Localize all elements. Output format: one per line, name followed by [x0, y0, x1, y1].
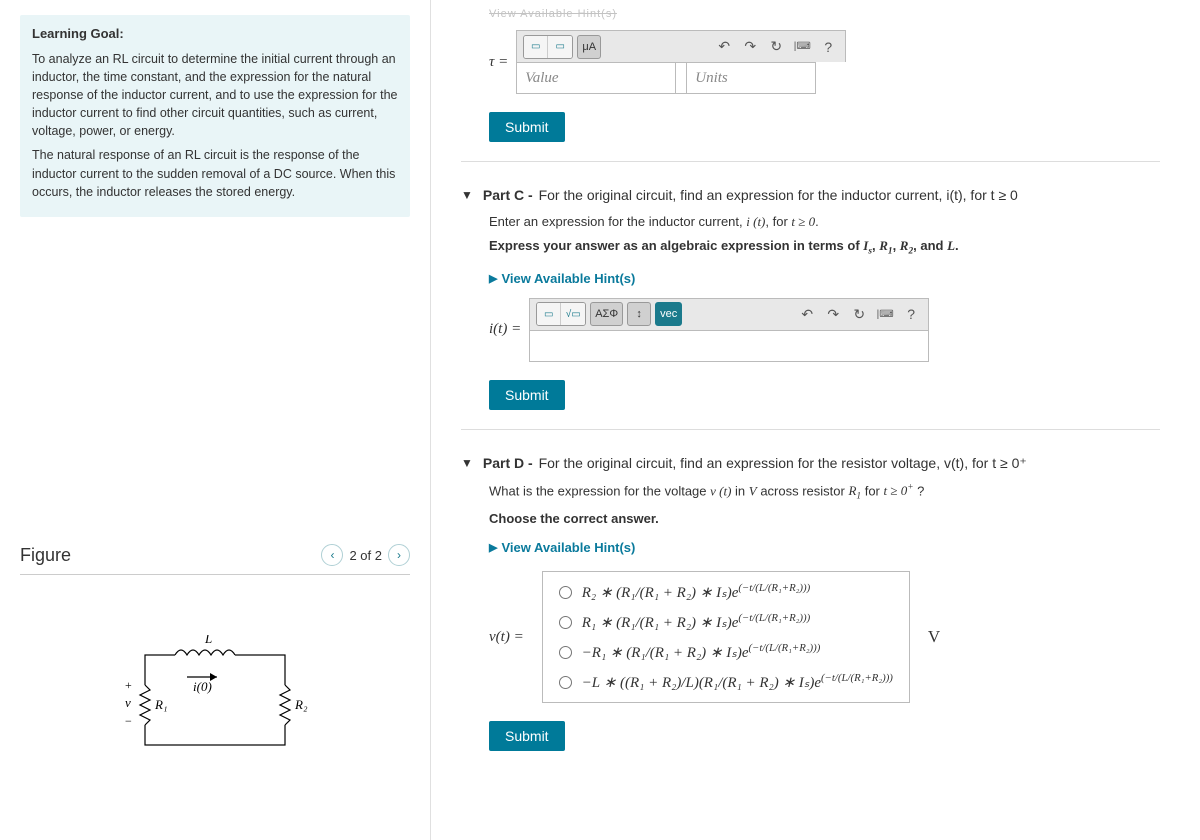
- svg-text:L: L: [204, 635, 212, 646]
- reset-button[interactable]: ↻: [765, 36, 787, 58]
- partc-hints-link[interactable]: ▶ View Available Hint(s): [489, 271, 635, 286]
- undo-button[interactable]: ↶: [796, 303, 818, 325]
- redo-button[interactable]: ↷: [739, 36, 761, 58]
- redo-button[interactable]: ↷: [822, 303, 844, 325]
- truncated-hint-text: View Available Hint(s): [489, 8, 1160, 20]
- mc-options-box: R₂ ∗ (R₁/(R₁ + R₂) ∗ Iₛ)e(−t/(L/(R₁+R₂))…: [542, 571, 910, 703]
- partd-question: What is the expression for the voltage v…: [489, 482, 1160, 504]
- vt-label: v(t) =: [489, 629, 524, 646]
- tau-units-input[interactable]: [686, 62, 816, 94]
- partb-toolbar: ▭▭ μA ↶ ↷ ↻ |⌨ ?: [516, 30, 846, 62]
- reset-button[interactable]: ↻: [848, 303, 870, 325]
- mc-option-2[interactable]: R₁ ∗ (R₁/(R₁ + R₂) ∗ Iₛ)e(−t/(L/(R₁+R₂))…: [559, 612, 893, 632]
- figure-prev-button[interactable]: ‹: [321, 544, 343, 566]
- partc-submit-button[interactable]: Submit: [489, 380, 565, 410]
- it-label: i(t) =: [489, 321, 521, 338]
- it-expression-input[interactable]: [529, 330, 929, 362]
- svg-text:+: +: [125, 678, 132, 692]
- partc-instruction-2: Express your answer as an algebraic expr…: [489, 237, 1160, 259]
- learning-goal-p2: The natural response of an RL circuit is…: [32, 146, 398, 200]
- learning-goal-p1: To analyze an RL circuit to determine th…: [32, 50, 398, 141]
- part-d: ▼ Part D - For the original circuit, fin…: [461, 449, 1160, 751]
- partd-submit-button[interactable]: Submit: [489, 721, 565, 751]
- mc-option-4[interactable]: −L ∗ ((R₁ + R₂)/L)(R₁/(R₁ + R₂) ∗ Iₛ)e(−…: [559, 672, 893, 692]
- mc-option-1[interactable]: R₂ ∗ (R₁/(R₁ + R₂) ∗ Iₛ)e(−t/(L/(R₁+R₂))…: [559, 582, 893, 602]
- caret-down-icon: ▼: [461, 188, 473, 202]
- figure-pager: ‹ 2 of 2 ›: [321, 544, 410, 566]
- figure-section: Figure ‹ 2 of 2 › L i(0) R₁: [20, 524, 410, 825]
- caret-down-icon: ▼: [461, 456, 473, 470]
- svg-text:v: v: [125, 695, 131, 710]
- learning-goal-box: Learning Goal: To analyze an RL circuit …: [20, 15, 410, 217]
- units-mu-button[interactable]: μA: [577, 35, 601, 59]
- frac-button[interactable]: ↕: [627, 302, 651, 326]
- part-d-header[interactable]: ▼ Part D - For the original circuit, fin…: [461, 449, 1160, 482]
- partc-instruction-1: Enter an expression for the inductor cur…: [489, 213, 1160, 231]
- svg-text:i(0): i(0): [193, 679, 212, 694]
- figure-title: Figure: [20, 545, 71, 566]
- mc-radio-2[interactable]: [559, 616, 572, 629]
- figure-pager-text: 2 of 2: [349, 548, 382, 563]
- figure-next-button[interactable]: ›: [388, 544, 410, 566]
- help-button[interactable]: ?: [817, 36, 839, 58]
- partc-toolbar: ▭√▭ ΑΣΦ ↕ vec ↶ ↷ ↻ |⌨ ?: [529, 298, 929, 330]
- svg-text:−: −: [125, 714, 132, 728]
- template-button[interactable]: ▭▭: [523, 35, 573, 59]
- circuit-diagram: L i(0) R₁ R₂ + v −: [115, 635, 315, 765]
- part-c-header[interactable]: ▼ Part C - For the original circuit, fin…: [461, 181, 1160, 213]
- mc-option-3[interactable]: −R₁ ∗ (R₁/(R₁ + R₂) ∗ Iₛ)e(−t/(L/(R₁+R₂)…: [559, 642, 893, 662]
- svg-text:R₂: R₂: [294, 697, 308, 712]
- vt-unit: V: [928, 627, 940, 647]
- help-button[interactable]: ?: [900, 303, 922, 325]
- tau-label: τ =: [489, 54, 508, 71]
- partd-hints-link[interactable]: ▶ View Available Hint(s): [489, 540, 635, 555]
- sqrt-button[interactable]: ▭√▭: [536, 302, 586, 326]
- caret-right-icon: ▶: [489, 272, 497, 285]
- svg-text:R₁: R₁: [154, 697, 167, 712]
- mc-radio-1[interactable]: [559, 586, 572, 599]
- partd-choose: Choose the correct answer.: [489, 510, 1160, 528]
- tau-value-input[interactable]: [516, 62, 676, 94]
- sigma-button[interactable]: ΑΣΦ: [590, 302, 623, 326]
- part-b-fragment: View Available Hint(s) τ = ▭▭ μA ↶ ↷ ↻ |…: [461, 8, 1160, 142]
- partb-submit-button[interactable]: Submit: [489, 112, 565, 142]
- mc-radio-3[interactable]: [559, 646, 572, 659]
- keyboard-button[interactable]: |⌨: [791, 36, 813, 58]
- undo-button[interactable]: ↶: [713, 36, 735, 58]
- mc-radio-4[interactable]: [559, 676, 572, 689]
- learning-goal-title: Learning Goal:: [32, 25, 398, 44]
- keyboard-button[interactable]: |⌨: [874, 303, 896, 325]
- part-c: ▼ Part C - For the original circuit, fin…: [461, 181, 1160, 410]
- vec-button[interactable]: vec: [655, 302, 682, 326]
- caret-right-icon: ▶: [489, 541, 497, 554]
